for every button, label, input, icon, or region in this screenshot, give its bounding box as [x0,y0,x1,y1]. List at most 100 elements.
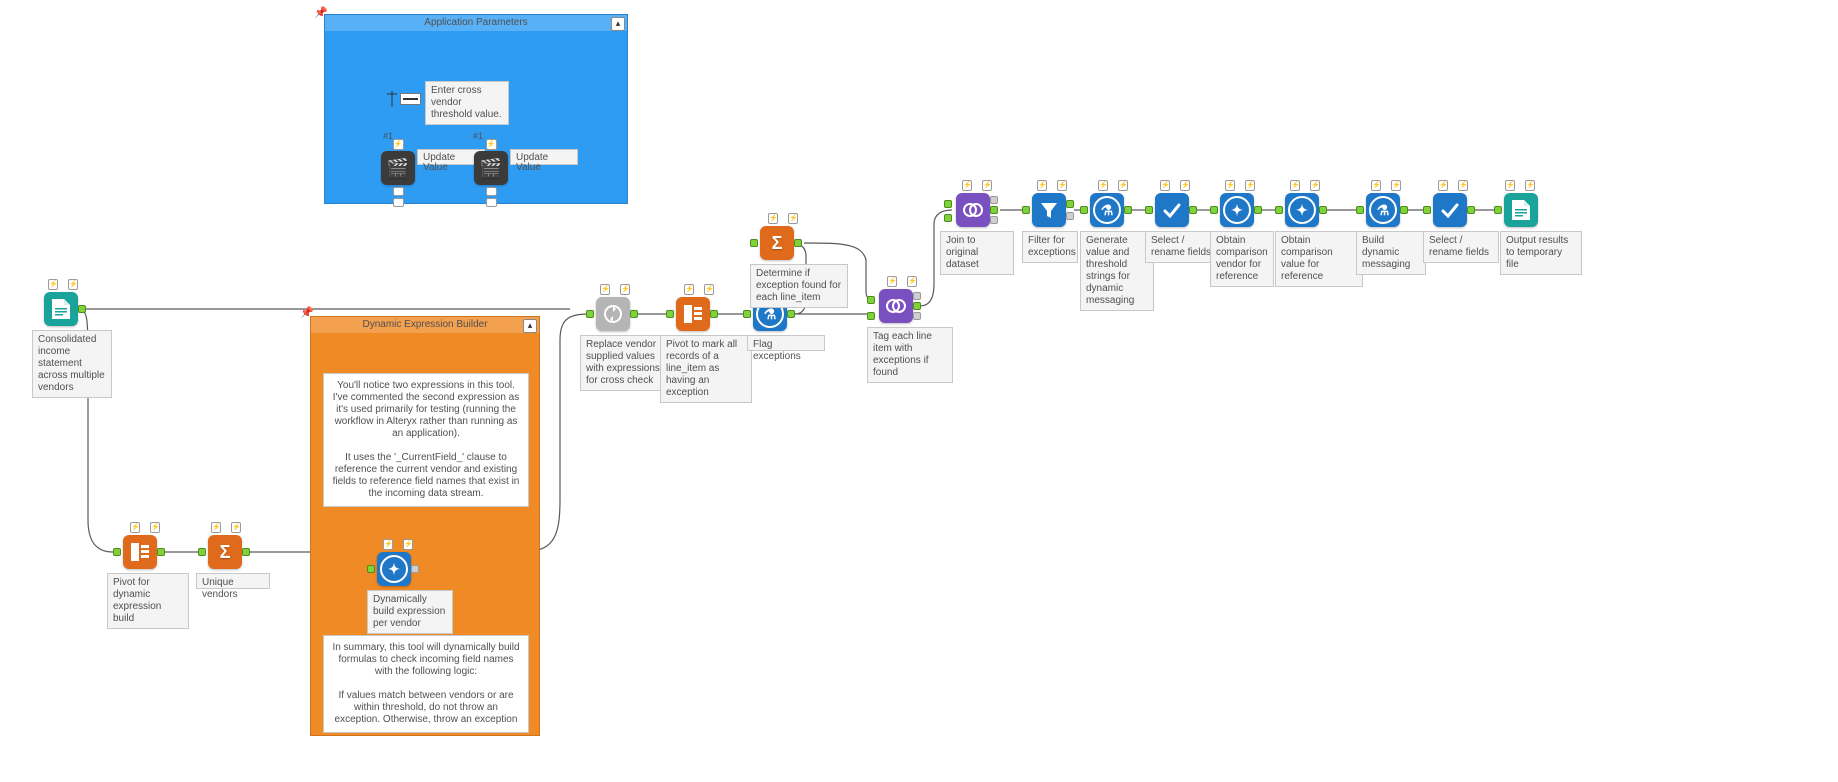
output-anchor-l[interactable] [990,196,998,204]
input-anchor-left[interactable] [867,296,875,304]
input-data-tool[interactable] [44,292,78,326]
output-anchor[interactable] [1124,206,1132,214]
summarize-vendors-caption: Unique vendors [196,573,270,589]
output-anchor[interactable] [78,305,86,313]
input-anchor-right[interactable] [867,312,875,320]
output-caption: Output results to temporary file [1500,231,1582,275]
action-tool-1[interactable]: 🎬 [381,151,415,185]
summarize-tool-exceptions[interactable]: Σ [760,226,794,260]
formula-gen-caption: Generate value and threshold strings for… [1080,231,1154,311]
output-anchor[interactable] [1467,206,1475,214]
transpose-tool-1[interactable] [123,535,157,569]
action-below-markers [485,187,497,207]
workflow-canvas[interactable]: { "containers": { "app_params": { "title… [0,0,1838,782]
bolt-icon [1245,180,1255,191]
output-anchor[interactable] [787,310,795,318]
output-anchor-j[interactable] [990,206,998,214]
textbox-tool[interactable] [387,89,421,109]
comment-box-2[interactable]: In summary, this tool will dynamically b… [323,635,529,733]
bolt-icon [1505,180,1515,191]
output-anchor[interactable] [630,310,638,318]
output-anchor[interactable] [1189,206,1197,214]
input-anchor[interactable] [367,565,375,573]
output-anchor[interactable] [794,239,802,247]
formula-tool-messaging[interactable]: ⚗ [1366,193,1400,227]
output-anchor[interactable] [1319,206,1327,214]
container-app-parameters[interactable]: Application Parameters ▴ Enter cross ven… [324,14,628,204]
bolt-icon [150,522,160,533]
bolt-icon [1118,180,1128,191]
bolt-icon [684,284,694,295]
input-anchor[interactable] [113,548,121,556]
output-anchor[interactable] [411,565,419,573]
wires [0,0,1838,782]
input-anchor[interactable] [666,310,674,318]
multi-field-formula-compare-value[interactable]: ✦ [1285,193,1319,227]
bolt-icon [768,213,778,224]
bolt-icon [704,284,714,295]
output-anchor[interactable] [242,548,250,556]
output-anchor-j[interactable] [913,302,921,310]
bolt-icon [788,213,798,224]
output-anchor-r[interactable] [990,216,998,224]
comment-text: In summary, this tool will dynamically b… [330,642,522,726]
collapse-icon[interactable]: ▴ [611,17,625,31]
input-anchor[interactable] [586,310,594,318]
output-anchor[interactable] [157,548,165,556]
bolt-icon [1371,180,1381,191]
output-data-tool[interactable] [1504,193,1538,227]
output-anchor-true[interactable] [1066,200,1074,208]
transpose-icon [129,541,151,563]
input-anchor[interactable] [1494,206,1502,214]
join-original-caption: Join to original dataset [940,231,1014,275]
bolt-icon [1391,180,1401,191]
filter-caption: Filter for exceptions [1022,231,1078,263]
input-anchor[interactable] [1022,206,1030,214]
filter-tool[interactable] [1032,193,1066,227]
input-anchor[interactable] [750,239,758,247]
output-anchor-l[interactable] [913,292,921,300]
input-anchor[interactable] [1145,206,1153,214]
transpose2-caption: Pivot to mark all records of a line_item… [660,335,752,403]
input-anchor[interactable] [743,310,751,318]
bolt-icon [962,180,972,191]
input-anchor[interactable] [1423,206,1431,214]
textbox-caption: Enter cross vendor threshold value. [425,81,509,125]
container-dynamic-expression[interactable]: Dynamic Expression Builder ▴ You'll noti… [310,316,540,736]
input-anchor[interactable] [1356,206,1364,214]
output-anchor[interactable] [1254,206,1262,214]
comment-box-1[interactable]: You'll notice two expressions in this to… [323,373,529,507]
multirow-caption: Replace vendor supplied values with expr… [580,335,666,391]
bolt-icon [211,522,221,533]
output-anchor-r[interactable] [913,312,921,320]
input-anchor[interactable] [1080,206,1088,214]
bolt-icon [486,139,497,150]
multi-row-formula-tool[interactable] [596,297,630,331]
output-anchor[interactable] [1400,206,1408,214]
summarize-tool-vendors[interactable]: Σ [208,535,242,569]
output-anchor-false[interactable] [1066,212,1074,220]
multi-field-formula-tool[interactable]: ✦ [377,552,411,586]
input-anchor-left[interactable] [944,200,952,208]
multi-field-formula-compare-vendor[interactable]: ✦ [1220,193,1254,227]
input-anchor-right[interactable] [944,214,952,222]
join-tool-original[interactable] [956,193,990,227]
join-tool-tag[interactable] [879,289,913,323]
select-tool-1[interactable] [1155,193,1189,227]
transpose-tool-2[interactable] [676,297,710,331]
action-tool-2[interactable]: 🎬 [474,151,508,185]
input-anchor[interactable] [1275,206,1283,214]
bolt-icon [403,539,413,550]
collapse-icon[interactable]: ▴ [523,319,537,333]
output-anchor[interactable] [710,310,718,318]
input-anchor[interactable] [1210,206,1218,214]
bolt-icon [887,276,897,287]
mff-vendor-caption: Obtain comparison vendor for reference [1210,231,1274,287]
input-anchor[interactable] [198,548,206,556]
transpose1-caption: Pivot for dynamic expression build [107,573,189,629]
bolt-icon [1057,180,1067,191]
formula-tool-generate[interactable]: ⚗ [1090,193,1124,227]
summarize-exc-caption: Determine if exception found for each li… [750,264,848,308]
checkmark-icon [1161,199,1183,221]
select-tool-2[interactable] [1433,193,1467,227]
